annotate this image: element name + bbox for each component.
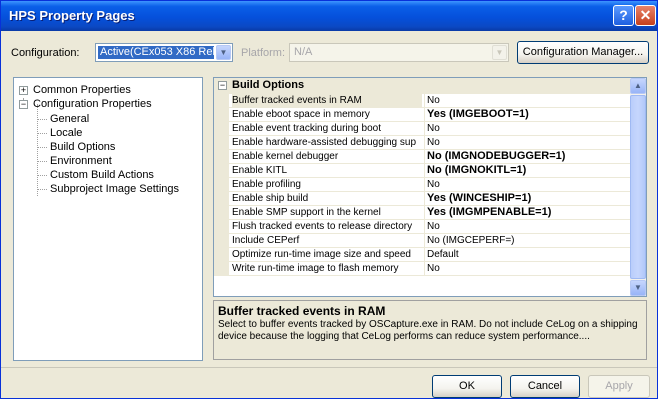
window-title: HPS Property Pages — [9, 8, 135, 23]
divider — [1, 367, 657, 368]
property-name: Include CEPerf — [232, 235, 300, 246]
row-gutter — [214, 178, 229, 192]
platform-label: Platform: — [241, 47, 286, 59]
ok-button[interactable]: OK — [432, 375, 502, 398]
row-gutter — [214, 136, 229, 150]
help-icon[interactable]: ? — [613, 5, 634, 26]
row-gutter — [214, 262, 229, 276]
property-value[interactable]: No (IMGNOKITL=1) — [424, 164, 629, 177]
property-name: Enable kernel debugger — [232, 151, 339, 162]
property-name: Flush tracked events to release director… — [232, 221, 413, 232]
description-panel: Buffer tracked events in RAM Select to b… — [213, 300, 647, 360]
configuration-manager-button[interactable]: Configuration Manager... — [517, 41, 649, 64]
property-name: Enable eboot space in memory — [232, 109, 370, 120]
tree-connector — [37, 104, 38, 196]
tree-connector — [37, 133, 47, 134]
property-name: Enable ship build — [232, 193, 309, 204]
property-name: Enable profiling — [232, 179, 301, 190]
property-row[interactable]: Enable kernel debugger No (IMGNODEBUGGER=… — [214, 150, 631, 164]
property-name: Enable event tracking during boot — [232, 123, 381, 134]
property-name: Optimize run-time image size and speed — [232, 249, 411, 260]
tree-item-general[interactable]: General — [50, 112, 89, 126]
tree-connector — [37, 119, 47, 120]
property-row[interactable]: Write run-time image to flash memory No — [214, 262, 631, 276]
property-tree: + Common Properties − Configuration Prop… — [13, 77, 203, 361]
property-value[interactable]: No — [424, 178, 629, 191]
property-value[interactable]: Yes (WINCESHIP=1) — [424, 192, 629, 205]
property-row[interactable]: Enable hardware-assisted debugging sup No — [214, 136, 631, 150]
property-row[interactable]: Enable event tracking during boot No — [214, 122, 631, 136]
scroll-up-icon[interactable]: ▲ — [630, 78, 646, 94]
property-value[interactable]: Yes (IMGMPENABLE=1) — [424, 206, 629, 219]
description-text: Select to buffer events tracked by OSCap… — [218, 319, 638, 342]
row-gutter — [214, 108, 229, 122]
category-label: Build Options — [232, 79, 305, 91]
property-name: Enable KITL — [232, 165, 288, 176]
tree-connector — [37, 161, 47, 162]
scroll-down-icon[interactable]: ▼ — [630, 280, 646, 296]
property-pages-window: HPS Property Pages ? ✕ Configuration: Ac… — [0, 0, 658, 399]
collapse-icon[interactable]: − — [218, 81, 227, 90]
property-row[interactable]: Enable eboot space in memory Yes (IMGEBOO… — [214, 108, 631, 122]
row-gutter — [214, 234, 229, 248]
row-gutter — [214, 164, 229, 178]
category-row[interactable]: − Build Options — [214, 78, 631, 94]
row-gutter — [214, 192, 229, 206]
configuration-label: Configuration: — [11, 47, 80, 59]
row-gutter — [214, 150, 229, 164]
tree-item-environment[interactable]: Environment — [50, 154, 112, 168]
chevron-down-icon[interactable]: ▼ — [216, 45, 231, 60]
property-row[interactable]: Enable KITL No (IMGNOKITL=1) — [214, 164, 631, 178]
configuration-value: Active(CEx053 X86 Relea — [98, 46, 214, 59]
tree-item-common-properties[interactable]: Common Properties — [33, 83, 131, 97]
property-value[interactable]: No (IMGNODEBUGGER=1) — [424, 150, 629, 163]
property-name: Enable hardware-assisted debugging sup — [232, 137, 417, 148]
property-name: Enable SMP support in the kernel — [232, 207, 381, 218]
vertical-scrollbar[interactable]: ▲ ▼ — [630, 78, 646, 296]
configuration-combo[interactable]: Active(CEx053 X86 Relea ▼ — [95, 43, 233, 62]
row-gutter — [214, 122, 229, 136]
expand-icon[interactable]: + — [19, 86, 28, 95]
property-value[interactable]: Yes (IMGEBOOT=1) — [424, 108, 629, 121]
property-value[interactable]: No — [424, 262, 629, 275]
property-row[interactable]: Enable SMP support in the kernel Yes (IMG… — [214, 206, 631, 220]
tree-item-subproject-image-settings[interactable]: Subproject Image Settings — [50, 182, 179, 196]
collapse-icon[interactable]: − — [19, 100, 28, 109]
tree-item-locale[interactable]: Locale — [50, 126, 82, 140]
property-value[interactable]: No (IMGCEPERF=) — [424, 234, 629, 247]
tree-connector — [37, 147, 47, 148]
platform-value: N/A — [294, 46, 313, 58]
property-name: Write run-time image to flash memory — [232, 263, 399, 274]
chevron-down-icon: ▼ — [492, 45, 507, 60]
property-value[interactable]: No — [424, 220, 629, 233]
row-gutter — [214, 94, 229, 108]
row-gutter — [214, 248, 229, 262]
property-value[interactable]: No — [424, 122, 629, 135]
property-row[interactable]: Buffer tracked events in RAM No — [214, 94, 631, 108]
tree-item-configuration-properties[interactable]: Configuration Properties — [33, 97, 152, 111]
tree-connector — [37, 175, 47, 176]
row-gutter — [214, 206, 229, 220]
title-bar[interactable]: HPS Property Pages ? ✕ — [1, 1, 657, 31]
property-row[interactable]: Enable profiling No — [214, 178, 631, 192]
property-name: Buffer tracked events in RAM — [232, 94, 422, 107]
tree-item-custom-build-actions[interactable]: Custom Build Actions — [50, 168, 154, 182]
row-gutter — [214, 220, 229, 234]
property-value[interactable]: No — [424, 136, 629, 149]
platform-combo: N/A ▼ — [289, 43, 509, 62]
property-value[interactable]: Default — [424, 248, 629, 261]
property-row[interactable]: Flush tracked events to release director… — [214, 220, 631, 234]
cancel-button[interactable]: Cancel — [510, 375, 580, 398]
property-row[interactable]: Optimize run-time image size and speed De… — [214, 248, 631, 262]
close-icon[interactable]: ✕ — [635, 5, 656, 26]
apply-button: Apply — [588, 375, 650, 398]
scroll-thumb[interactable] — [630, 95, 646, 279]
property-row[interactable]: Enable ship build Yes (WINCESHIP=1) — [214, 192, 631, 206]
tree-item-build-options[interactable]: Build Options — [50, 140, 115, 154]
tree-connector — [37, 189, 47, 190]
property-grid: − Build Options Buffer tracked events in… — [213, 77, 647, 297]
description-title: Buffer tracked events in RAM — [218, 304, 386, 318]
property-value[interactable]: No — [424, 94, 629, 107]
property-row[interactable]: Include CEPerf No (IMGCEPERF=) — [214, 234, 631, 248]
